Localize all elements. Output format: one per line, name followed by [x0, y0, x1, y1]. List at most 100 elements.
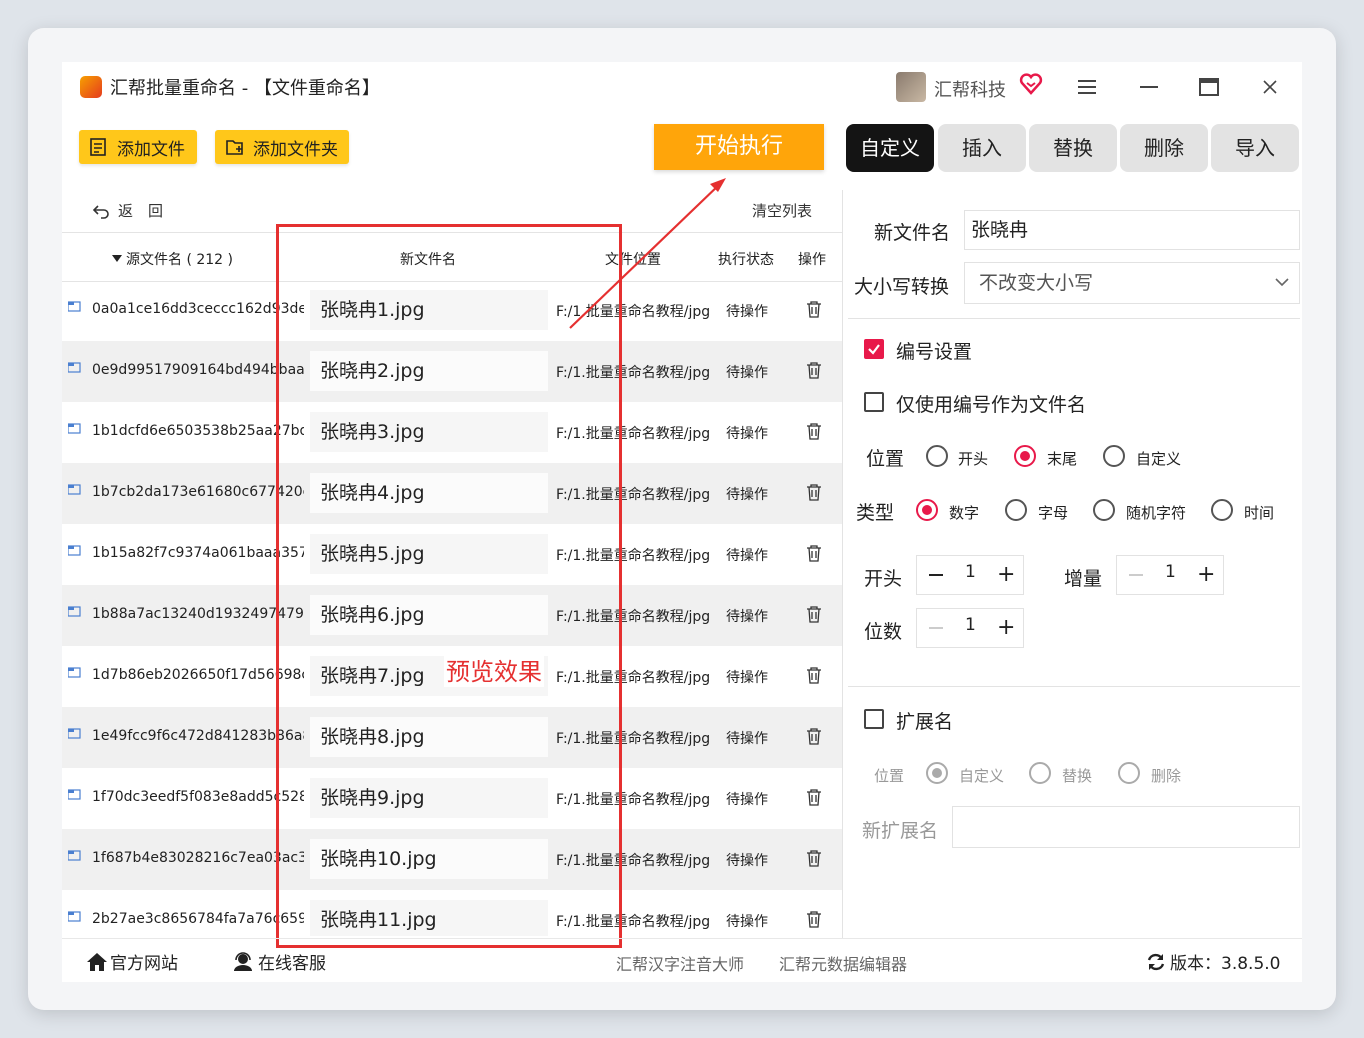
trash-icon[interactable]	[806, 422, 822, 440]
type-letter-radio[interactable]	[1005, 499, 1027, 521]
exec-status: 待操作	[726, 548, 768, 564]
table-row[interactable]: 1b1dcfd6e6503538b25aa27bd 张晓冉3.jpg F:/1.…	[62, 402, 842, 463]
position-custom-radio[interactable]	[1103, 445, 1125, 467]
minus-icon[interactable]	[929, 627, 943, 629]
file-location: F:/1.批量重命名教程/jpg	[556, 914, 711, 930]
version-info[interactable]: 版本：3.8.5.0	[1146, 949, 1280, 974]
new-filename: 张晓冉10.jpg	[310, 839, 548, 879]
trash-icon[interactable]	[806, 361, 822, 379]
pinyin-app-link[interactable]: 汇帮汉字注音大师	[616, 951, 744, 975]
trash-icon[interactable]	[806, 300, 822, 318]
service-link[interactable]: 在线客服	[232, 949, 326, 974]
trash-icon[interactable]	[806, 483, 822, 501]
tab-insert[interactable]: 插入	[938, 124, 1026, 172]
trash-icon[interactable]	[806, 788, 822, 806]
minus-icon[interactable]	[1129, 574, 1143, 576]
file-location: F:/1.批量重命名教程/jpg	[556, 731, 711, 747]
file-icon	[68, 789, 81, 800]
tab-delete[interactable]: 删除	[1120, 124, 1208, 172]
tab-replace[interactable]: 替换	[1029, 124, 1117, 172]
panel-divider	[842, 190, 843, 938]
only-number-checkbox[interactable]	[864, 392, 884, 412]
back-button[interactable]: 返 回	[92, 200, 163, 221]
file-location: F:/1.批量重命名教程/jpg	[556, 670, 711, 686]
add-folder-label: 添加文件夹	[253, 139, 338, 160]
add-folder-button[interactable]: 添加文件夹	[215, 130, 349, 164]
source-filename: 1d7b86eb2026650f17d56698c	[92, 667, 304, 683]
metadata-app-link[interactable]: 汇帮元数据编辑器	[779, 951, 907, 975]
table-row[interactable]: 1b15a82f7c9374a061baaa357 张晓冉5.jpg F:/1.…	[62, 524, 842, 585]
plus-icon[interactable]: +	[997, 564, 1015, 586]
table-row[interactable]: 1e49fcc9f6c472d841283b86a8 张晓冉8.jpg F:/1…	[62, 707, 842, 768]
ext-checkbox[interactable]	[864, 709, 884, 729]
numbering-checkbox[interactable]	[864, 339, 884, 359]
table-row[interactable]: 0e9d99517909164bd494bbaa 张晓冉2.jpg F:/1.批…	[62, 341, 842, 402]
new-name-input[interactable]: 张晓冉	[964, 210, 1300, 250]
ext-custom-label: 自定义	[959, 767, 1005, 785]
trash-icon[interactable]	[806, 849, 822, 867]
trash-icon[interactable]	[806, 605, 822, 623]
table-row[interactable]: 1f70dc3eedf5f083e8add5c528 张晓冉9.jpg F:/1…	[62, 768, 842, 829]
maximize-icon[interactable]	[1194, 74, 1224, 100]
case-select[interactable]: 不改变大小写	[964, 262, 1300, 304]
type-time-radio[interactable]	[1211, 499, 1233, 521]
start-value: 1	[965, 562, 976, 582]
exec-status: 待操作	[726, 731, 768, 747]
menu-icon[interactable]	[1072, 74, 1102, 100]
position-start-radio[interactable]	[926, 445, 948, 467]
close-icon[interactable]	[1255, 74, 1285, 100]
trash-icon[interactable]	[806, 727, 822, 745]
website-link[interactable]: 官方网站	[86, 949, 178, 974]
section-divider	[848, 686, 1300, 687]
source-column-header[interactable]: 源文件名 ( 212 )	[112, 249, 233, 269]
digits-stepper[interactable]: 1 +	[916, 608, 1024, 648]
plus-icon[interactable]: +	[1197, 564, 1215, 586]
trash-icon[interactable]	[806, 666, 822, 684]
tab-import[interactable]: 导入	[1211, 124, 1299, 172]
add-file-button[interactable]: 添加文件	[79, 130, 197, 164]
table-row[interactable]: 1b88a7ac13240d19324974795 张晓冉6.jpg F:/1.…	[62, 585, 842, 646]
minimize-icon[interactable]	[1134, 74, 1164, 100]
type-number-radio[interactable]	[916, 499, 938, 521]
file-location: F:/1.批量重命名教程/jpg	[556, 548, 711, 564]
tab-custom[interactable]: 自定义	[846, 124, 934, 172]
increment-label: 增量	[1064, 568, 1103, 590]
table-row[interactable]: 2b27ae3c8656784fa7a76c659 张晓冉11.jpg F:/1…	[62, 890, 842, 936]
ext-custom-radio[interactable]	[926, 762, 948, 784]
file-icon	[68, 423, 81, 434]
increment-stepper[interactable]: 1 +	[1116, 555, 1224, 595]
customer-service-icon	[234, 951, 252, 971]
exec-status: 待操作	[726, 853, 768, 869]
back-label: 返 回	[118, 202, 164, 220]
file-icon	[68, 667, 81, 678]
new-filename: 张晓冉6.jpg	[310, 595, 548, 635]
source-filename: 1b7cb2da173e61680c677420e	[92, 484, 304, 500]
type-random-radio[interactable]	[1093, 499, 1115, 521]
file-icon	[68, 362, 81, 373]
numbering-label: 编号设置	[896, 341, 973, 363]
footer-bar: 官方网站 在线客服 汇帮汉字注音大师 汇帮元数据编辑器 版本：3.8.5.0	[62, 938, 1302, 983]
file-list-icon	[90, 138, 106, 156]
clear-list-button[interactable]: 清空列表	[752, 200, 812, 221]
new-ext-input[interactable]	[952, 806, 1300, 848]
position-end-radio[interactable]	[1014, 445, 1036, 467]
trash-icon[interactable]	[806, 544, 822, 562]
exec-status: 待操作	[726, 365, 768, 381]
user-avatar[interactable]	[896, 72, 926, 102]
file-icon	[68, 545, 81, 556]
source-filename: 1e49fcc9f6c472d841283b86a8	[92, 728, 304, 744]
ext-replace-radio[interactable]	[1029, 762, 1051, 784]
plus-icon[interactable]: +	[997, 617, 1015, 639]
ext-position-label: 位置	[874, 767, 905, 785]
table-row[interactable]: 1b7cb2da173e61680c677420e 张晓冉4.jpg F:/1.…	[62, 463, 842, 524]
minus-icon[interactable]	[929, 574, 943, 576]
table-row[interactable]: 1f687b4e83028216c7ea03ac3 张晓冉10.jpg F:/1…	[62, 829, 842, 890]
start-button[interactable]: 开始执行	[654, 124, 824, 170]
start-stepper[interactable]: 1 +	[916, 555, 1024, 595]
trash-icon[interactable]	[806, 910, 822, 928]
case-label: 大小写转换	[854, 276, 950, 298]
vip-heart-icon[interactable]	[1019, 72, 1043, 100]
ext-delete-radio[interactable]	[1118, 762, 1140, 784]
refresh-icon	[1147, 953, 1165, 970]
file-location: F:/1.批量重命名教程/jpg	[556, 487, 711, 503]
